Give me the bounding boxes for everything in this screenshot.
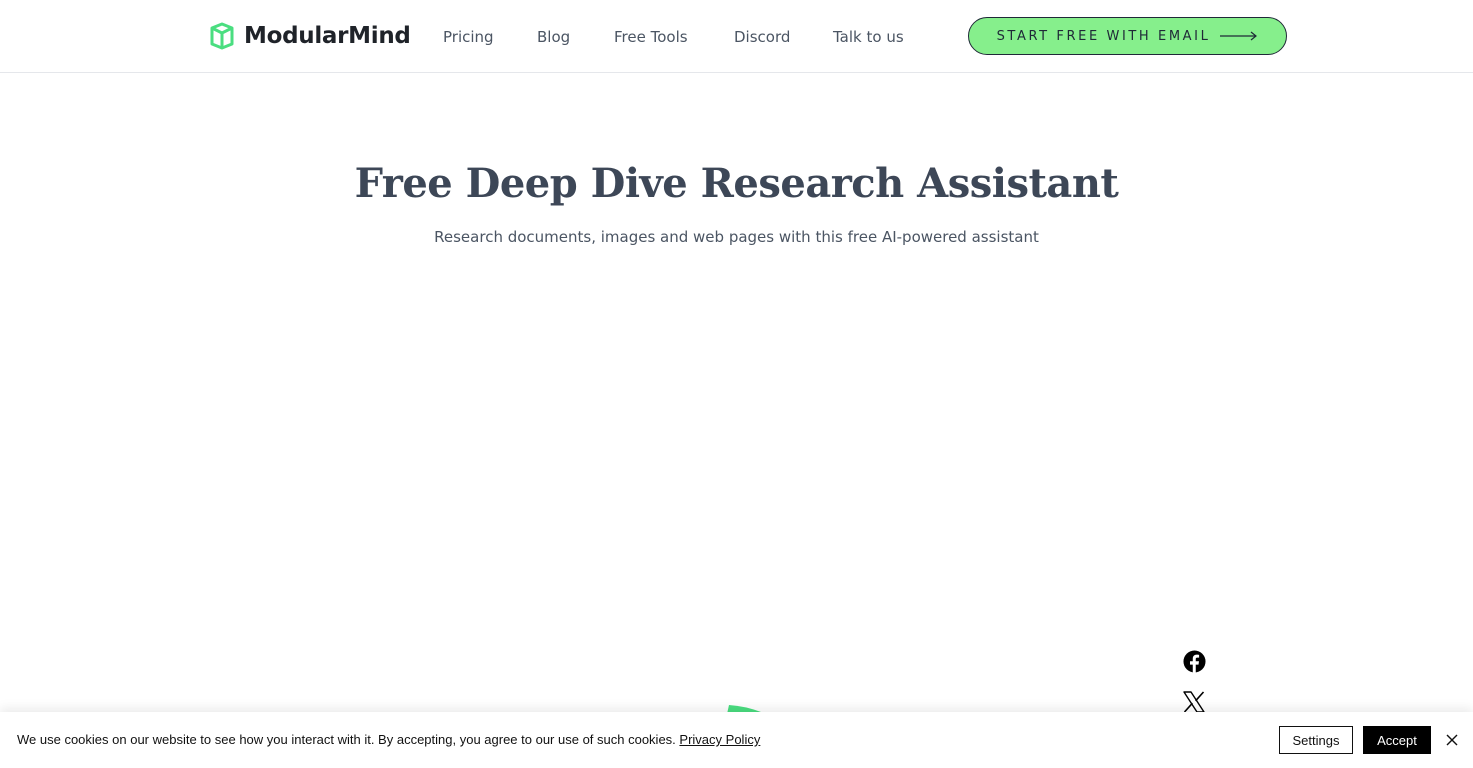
nav-link-talk-to-us[interactable]: Talk to us: [833, 26, 904, 48]
cookie-message: We use cookies on our website to see how…: [17, 732, 760, 747]
x-icon: [1183, 691, 1205, 713]
arrow-right-icon: [1220, 31, 1258, 41]
cookie-message-text: We use cookies on our website to see how…: [17, 732, 676, 747]
privacy-policy-link[interactable]: Privacy Policy: [679, 732, 760, 747]
nav-link-pricing[interactable]: Pricing: [443, 26, 494, 48]
cookie-settings-button[interactable]: Settings: [1279, 726, 1353, 754]
cookie-banner: We use cookies on our website to see how…: [0, 712, 1473, 768]
start-free-button-label: START FREE WITH EMAIL: [996, 28, 1211, 44]
brand-logo-link[interactable]: ModularMind: [209, 20, 411, 52]
facebook-share-button[interactable]: [1182, 649, 1206, 673]
page-subtitle: Research documents, images and web pages…: [434, 228, 1039, 246]
site-header: ModularMind Pricing Blog Free Tools Disc…: [0, 0, 1473, 73]
page-title: Free Deep Dive Research Assistant: [354, 160, 1119, 207]
cookie-close-button[interactable]: [1444, 732, 1460, 748]
brand-name: ModularMind: [244, 23, 411, 49]
cookie-accept-button[interactable]: Accept: [1363, 726, 1431, 754]
modularmind-logo-icon: [210, 22, 234, 50]
nav-link-discord[interactable]: Discord: [734, 26, 790, 48]
facebook-icon: [1182, 649, 1206, 673]
nav-link-free-tools[interactable]: Free Tools: [614, 26, 688, 48]
nav-link-blog[interactable]: Blog: [537, 26, 570, 48]
close-icon: [1446, 734, 1458, 746]
start-free-button[interactable]: START FREE WITH EMAIL: [968, 17, 1287, 55]
x-share-button[interactable]: [1182, 690, 1206, 714]
